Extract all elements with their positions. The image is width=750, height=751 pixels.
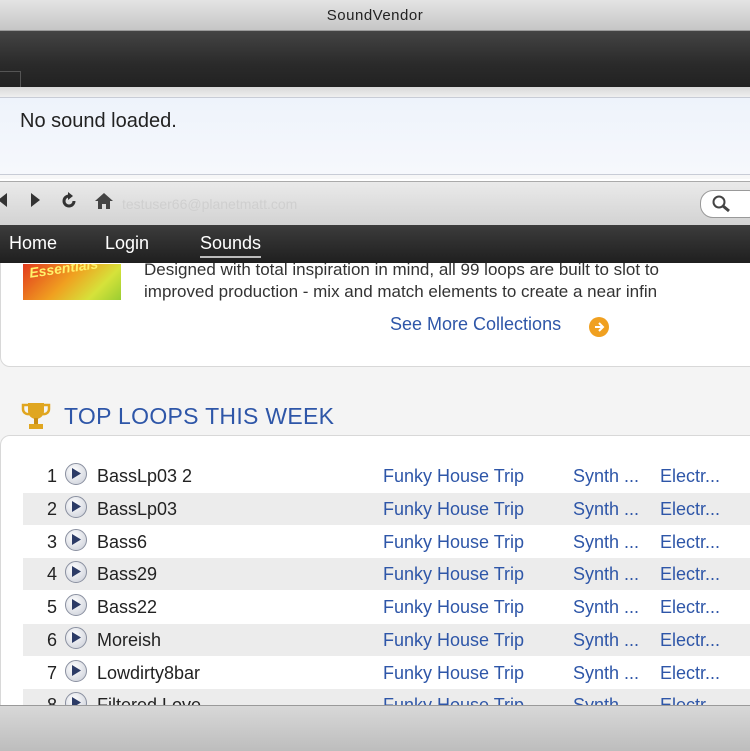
loop-genre-link[interactable]: Synth ... (573, 597, 639, 618)
loop-genre-link[interactable]: Synth ... (573, 630, 639, 651)
sound-status-box: No sound loaded. (0, 97, 750, 175)
browser-search-box[interactable] (700, 190, 750, 218)
play-icon[interactable] (65, 692, 87, 705)
app-toolbar (0, 31, 750, 108)
loop-genre-link[interactable]: Synth ... (573, 564, 639, 585)
collection-thumbnail[interactable]: Essentials (23, 264, 121, 300)
play-icon[interactable] (65, 660, 87, 682)
loop-collection-link[interactable]: Funky House Trip (383, 466, 524, 487)
play-icon[interactable] (65, 529, 87, 551)
loop-collection-link[interactable]: Funky House Trip (383, 564, 524, 585)
loop-genre-link[interactable]: Synth ... (573, 466, 639, 487)
loop-collection-link[interactable]: Funky House Trip (383, 597, 524, 618)
loop-category-link[interactable]: Electr... (660, 695, 720, 705)
loop-name: Lowdirty8bar (97, 663, 201, 683)
loop-genre-link[interactable]: Synth ... (573, 663, 639, 684)
top-loops-title: TOP LOOPS THIS WEEK (64, 403, 335, 429)
loop-collection-link[interactable]: Funky House Trip (383, 532, 524, 553)
loop-name: BassLp03 2 (97, 466, 193, 486)
loop-name: Filtered Love (97, 695, 202, 705)
loop-genre-link[interactable]: Synth ... (573, 695, 639, 705)
loop-category-link[interactable]: Electr... (660, 630, 720, 651)
top-loops-panel: 1 BassLp03 2 Funky House Trip Synth ... … (0, 435, 750, 705)
window-title: SoundVendor (326, 7, 424, 24)
collection-thumbnail-label: Essentials (28, 264, 100, 281)
loop-row: 6 Moreish Funky House Trip Synth ... Ele… (23, 624, 750, 656)
site-nav: Home Login Sounds (0, 225, 750, 263)
collection-description-line: improved production - mix and match elem… (144, 282, 658, 301)
loop-name: Moreish (97, 630, 162, 650)
loop-rank: 4 (46, 564, 57, 584)
window-bottom-bar (0, 705, 750, 751)
play-icon[interactable] (65, 627, 87, 649)
loop-name: Bass6 (97, 532, 148, 552)
status-area: No sound loaded. (0, 87, 750, 179)
collection-description-line: Designed with total inspiration in mind,… (144, 263, 660, 279)
loop-row: 4 Bass29 Funky House Trip Synth ... Elec… (23, 558, 750, 590)
loop-category-link[interactable]: Electr... (660, 597, 720, 618)
loop-collection-link[interactable]: Funky House Trip (383, 695, 524, 705)
loop-name: Bass29 (97, 564, 158, 584)
loop-collection-link[interactable]: Funky House Trip (383, 663, 524, 684)
loop-rank: 6 (46, 630, 57, 650)
loop-name: BassLp03 (97, 499, 178, 519)
play-icon[interactable] (65, 496, 87, 518)
collection-card: Essentials Designed with total inspirati… (0, 263, 750, 367)
loop-row: 5 Bass22 Funky House Trip Synth ... Elec… (23, 591, 750, 623)
loop-category-link[interactable]: Electr... (660, 532, 720, 553)
nav-home[interactable]: Home (9, 233, 57, 254)
page-content: Essentials Designed with total inspirati… (0, 263, 750, 705)
loop-rank: 1 (46, 466, 57, 486)
loop-genre-link[interactable]: Synth ... (573, 499, 639, 520)
loop-rank: 2 (46, 499, 57, 519)
forward-arrow-icon[interactable] (30, 192, 42, 213)
loop-row: 8 Filtered Love Funky House Trip Synth .… (23, 689, 750, 705)
loop-row: 1 BassLp03 2 Funky House Trip Synth ... … (23, 460, 750, 492)
play-icon[interactable] (65, 594, 87, 616)
browser-toolbar (0, 181, 750, 227)
reload-icon[interactable] (60, 192, 78, 215)
loop-row: 7 Lowdirty8bar Funky House Trip Synth ..… (23, 657, 750, 689)
loop-collection-link[interactable]: Funky House Trip (383, 499, 524, 520)
loop-category-link[interactable]: Electr... (660, 466, 720, 487)
loop-row: 2 BassLp03 Funky House Trip Synth ... El… (23, 493, 750, 525)
loop-collection-link[interactable]: Funky House Trip (383, 630, 524, 651)
address-field[interactable] (120, 191, 684, 217)
loop-rank: 3 (46, 532, 57, 552)
loop-category-link[interactable]: Electr... (660, 564, 720, 585)
search-icon (712, 195, 730, 213)
loop-row: 3 Bass6 Funky House Trip Synth ... Elect… (23, 526, 750, 558)
sound-status-text: No sound loaded. (20, 110, 177, 132)
loop-category-link[interactable]: Electr... (660, 499, 720, 520)
play-icon[interactable] (65, 561, 87, 583)
loop-category-link[interactable]: Electr... (660, 663, 720, 684)
arrow-circle-icon[interactable] (589, 317, 609, 337)
loop-rank: 8 (46, 695, 57, 705)
back-arrow-icon[interactable] (0, 192, 8, 213)
window-titlebar: SoundVendor (0, 0, 750, 31)
home-icon[interactable] (94, 192, 114, 215)
play-icon[interactable] (65, 463, 87, 485)
nav-login[interactable]: Login (105, 233, 149, 254)
loop-rank: 5 (46, 597, 57, 617)
loop-genre-link[interactable]: Synth ... (573, 532, 639, 553)
loop-name: Bass22 (97, 597, 158, 617)
see-more-collections-link[interactable]: See More Collections (390, 314, 561, 335)
nav-sounds[interactable]: Sounds (200, 233, 262, 258)
trophy-icon (21, 403, 51, 429)
loop-rank: 7 (46, 663, 57, 683)
